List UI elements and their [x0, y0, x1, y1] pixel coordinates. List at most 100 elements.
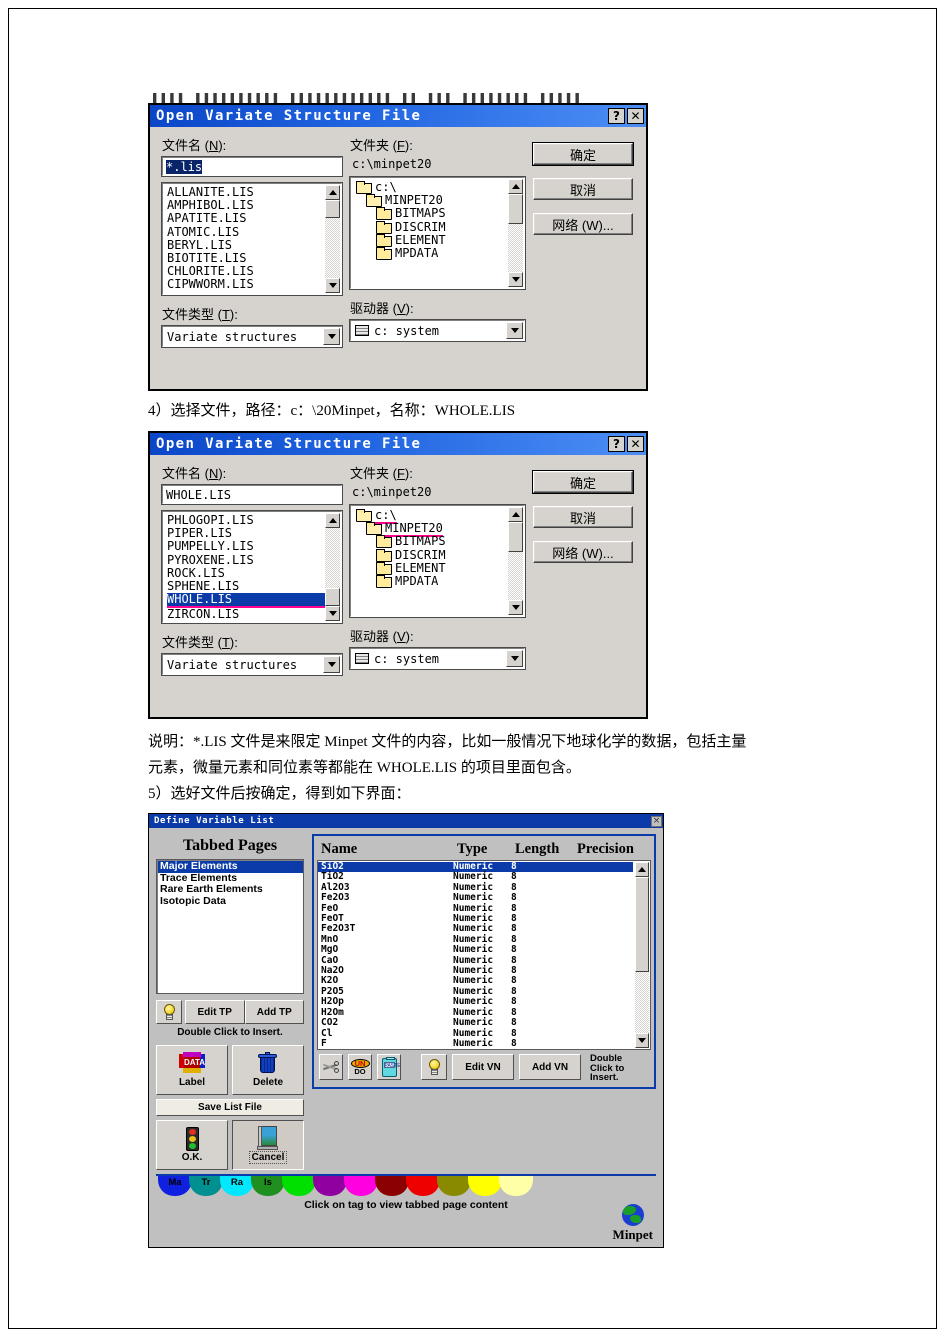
folder-item-mpdata[interactable]: MPDATA	[355, 574, 522, 589]
folder-item-mpdata[interactable]: MPDATA	[355, 246, 522, 261]
scroll-up-icon[interactable]	[635, 862, 649, 877]
filetype-select[interactable]: Variate structures	[161, 653, 343, 676]
tag-tr[interactable]: Tr	[189, 1176, 223, 1196]
tag-blank[interactable]	[406, 1176, 440, 1196]
close-icon[interactable]: ✕	[627, 108, 644, 124]
tag-blank[interactable]	[375, 1176, 409, 1196]
paste-button[interactable]: PASTE	[377, 1054, 401, 1080]
cut-button[interactable]	[319, 1054, 343, 1080]
cancel-button[interactable]: 取消	[533, 178, 633, 200]
folder-tree[interactable]: c:\ MINPET20 BITMAPS DISCRIM ELEMENT MPD…	[349, 504, 526, 618]
scroll-down-icon[interactable]	[635, 1033, 649, 1048]
folder-tree-scrollbar[interactable]	[508, 179, 523, 287]
list-item-selected[interactable]: WHOLE.LIS	[167, 593, 339, 609]
list-item[interactable]: ATOMIC.LIS	[167, 225, 339, 239]
dialog2-title-bar[interactable]: Open Variate Structure File ? ✕	[150, 433, 646, 455]
folder-item-element[interactable]: ELEMENT	[355, 233, 522, 247]
filetype-select[interactable]: Variate structures	[161, 325, 343, 348]
chevron-down-icon[interactable]	[323, 656, 340, 673]
tag-ma[interactable]: Ma	[158, 1176, 192, 1196]
save-list-file-button[interactable]: Save List File	[156, 1099, 304, 1116]
scrollbar-track[interactable]	[635, 972, 649, 1033]
scroll-up-icon[interactable]	[508, 507, 523, 522]
scrollbar-thumb[interactable]	[635, 877, 649, 972]
variable-row[interactable]: F Numeric 8	[318, 1038, 633, 1049]
file-list-scrollbar[interactable]	[325, 185, 340, 293]
tag-blank[interactable]	[499, 1176, 533, 1196]
variable-row[interactable]: CO2 Numeric 8	[318, 1017, 633, 1028]
scroll-down-icon[interactable]	[508, 272, 523, 287]
edit-vn-button[interactable]: Edit VN	[452, 1054, 514, 1080]
scroll-up-icon[interactable]	[325, 513, 340, 528]
drive-select[interactable]: c: system	[349, 319, 526, 342]
scrollbar-thumb[interactable]	[508, 194, 523, 224]
note-line-2: 元素，微量元素和同位素等都能在 WHOLE.LIS 的项目里面包含。	[148, 760, 581, 776]
scroll-down-icon[interactable]	[325, 606, 340, 621]
chevron-down-icon[interactable]	[506, 650, 523, 667]
file-list[interactable]: PHLOGOPI.LIS PIPER.LIS PUMPELLY.LIS PYRO…	[161, 510, 343, 624]
help-button[interactable]: ?	[608, 436, 625, 452]
edit-tp-button[interactable]: Edit TP	[185, 1000, 245, 1024]
scrollbar-track[interactable]	[325, 528, 340, 588]
scrollbar-thumb[interactable]	[325, 200, 340, 218]
filename-input[interactable]: WHOLE.LIS	[161, 484, 343, 505]
chevron-down-icon[interactable]	[323, 328, 340, 345]
document-content: ▌▌▌▌ ▌▌▌▌▌▌▌▌▌▌ ▌▌▌▌▌▌▌▌▌▌▌▌ ▌▌ ▌▌▌ ▌▌▌▌…	[148, 0, 828, 1248]
add-tp-button[interactable]: Add TP	[244, 1000, 304, 1024]
scroll-up-icon[interactable]	[325, 185, 340, 200]
ok-button[interactable]: 确定	[532, 470, 634, 494]
folder-tree[interactable]: c:\ MINPET20 BITMAPS DISCRIM ELEMENT MPD…	[349, 176, 526, 290]
file-list-scrollbar[interactable]	[325, 513, 340, 621]
help-button[interactable]: ?	[608, 108, 625, 124]
list-item[interactable]: PYROXENE.LIS	[167, 553, 339, 567]
cancel-button[interactable]: Cancel	[232, 1120, 304, 1170]
cancel-button[interactable]: 取消	[533, 506, 633, 528]
scrollbar-track[interactable]	[508, 224, 523, 272]
variable-rows[interactable]: SiO2 Numeric 8 TiO2 Numeric 8 Al2O3 Numeric 8 Fe2…	[317, 860, 651, 1050]
list-item[interactable]: CIPWWORM.LIS	[167, 278, 339, 291]
tag-blank[interactable]	[437, 1176, 471, 1196]
tag-blank[interactable]	[313, 1176, 347, 1196]
label-button[interactable]: DATA Label	[156, 1045, 228, 1095]
dialog1-title-bar[interactable]: Open Variate Structure File ? ✕	[150, 105, 646, 127]
tabbed-page-item-major-elements[interactable]: Major Elements	[158, 860, 303, 873]
network-button[interactable]: 网络 (W)...	[533, 213, 633, 235]
variable-list-scrollbar[interactable]	[635, 862, 649, 1048]
tp-lightbulb-button[interactable]	[156, 1000, 182, 1024]
file-list[interactable]: ALLANITE.LIS AMPHIBOL.LIS APATITE.LIS AT…	[161, 182, 343, 296]
network-button[interactable]: 网络 (W)...	[533, 541, 633, 563]
delete-button[interactable]: Delete	[232, 1045, 304, 1095]
ok-button[interactable]: 确定	[532, 142, 634, 166]
chevron-down-icon[interactable]	[506, 322, 523, 339]
tabbed-page-item-isotopic-data[interactable]: Isotopic Data	[158, 895, 303, 908]
variable-precision	[573, 1039, 633, 1049]
tabbed-pages-list[interactable]: Major Elements Trace Elements Rare Earth…	[156, 859, 304, 994]
tabbed-page-item-rare-earth-elements[interactable]: Rare Earth Elements	[158, 883, 303, 896]
tag-blank[interactable]	[282, 1176, 316, 1196]
scrollbar-track[interactable]	[508, 552, 523, 600]
filename-input[interactable]: *.lis	[161, 156, 343, 177]
vn-lightbulb-button[interactable]	[421, 1054, 447, 1080]
dialog3-title-bar[interactable]: Define Variable List ×	[149, 814, 663, 828]
scrollbar-track[interactable]	[325, 218, 340, 278]
close-icon[interactable]: ×	[651, 815, 662, 827]
add-vn-button[interactable]: Add VN	[519, 1054, 581, 1080]
scroll-down-icon[interactable]	[508, 600, 523, 615]
tag-blank[interactable]	[344, 1176, 378, 1196]
scrollbar-thumb[interactable]	[508, 522, 523, 552]
scroll-up-icon[interactable]	[508, 179, 523, 194]
list-item[interactable]: PUMPELLY.LIS	[167, 540, 339, 553]
list-item[interactable]: ZIRCON.LIS	[167, 608, 339, 621]
scroll-down-icon[interactable]	[325, 278, 340, 293]
ok-button[interactable]: O.K.	[156, 1120, 228, 1170]
folder-item-element[interactable]: ELEMENT	[355, 561, 522, 575]
scrollbar-thumb[interactable]	[325, 588, 340, 606]
tag-ra[interactable]: Ra	[220, 1176, 254, 1196]
close-icon[interactable]: ✕	[627, 436, 644, 452]
undo-button[interactable]: UN DO	[348, 1054, 372, 1080]
tag-blank[interactable]	[468, 1176, 502, 1196]
folder-tree-scrollbar[interactable]	[508, 507, 523, 615]
drive-select[interactable]: c: system	[349, 647, 526, 670]
list-item[interactable]: APATITE.LIS	[167, 212, 339, 225]
tag-is[interactable]: Is	[251, 1176, 285, 1196]
